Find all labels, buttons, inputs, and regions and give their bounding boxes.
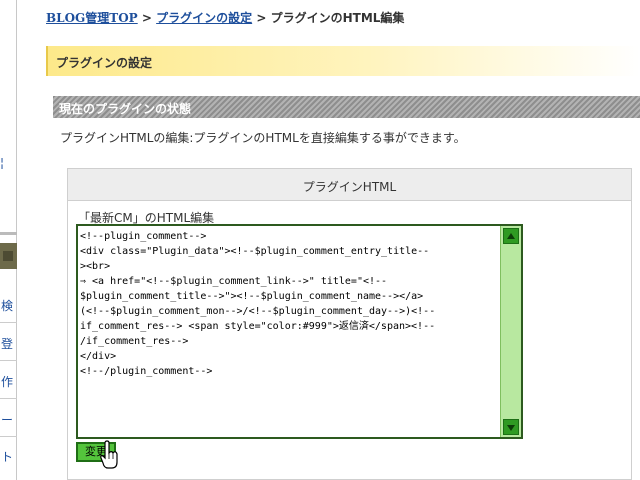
panel-header: プラグインHTML: [68, 169, 631, 201]
left-sidebar: ¦ 検 登 作 ー ト: [0, 0, 17, 480]
html-code-content[interactable]: <!--plugin_comment--> <div class="Plugin…: [80, 229, 500, 434]
page-title-bar: プラグインの設定: [46, 46, 640, 76]
panel-header-title: プラグインHTML: [302, 180, 397, 194]
sidebar-item-search[interactable]: 検: [1, 299, 13, 313]
sidebar-header-icon: [3, 251, 13, 261]
scroll-down-arrow-icon[interactable]: [503, 419, 519, 435]
sidebar-divider: [0, 232, 17, 235]
section-title: 現在のプラグインの状態: [59, 102, 192, 116]
breadcrumb-plugin-settings-link[interactable]: プラグインの設定: [156, 11, 252, 25]
plugin-html-panel: プラグインHTML 「最新CM」のHTML編集 <!--plugin_comme…: [67, 168, 632, 480]
sidebar-mark: ¦: [0, 156, 5, 170]
sidebar-item-register[interactable]: 登: [1, 337, 13, 351]
breadcrumb-separator: >: [141, 11, 152, 25]
sidebar-rule: [0, 398, 17, 399]
section-header: 現在のプラグインの状態: [53, 96, 640, 118]
breadcrumb-current: プラグインのHTML編集: [270, 11, 405, 25]
description-text: プラグインHTMLの編集:プラグインのHTMLを直接編集する事ができます。: [60, 131, 466, 145]
sidebar-section-header: [0, 243, 17, 269]
sidebar-item-create[interactable]: 作: [1, 375, 13, 389]
sidebar-rule: [0, 322, 17, 323]
sidebar-rule: [0, 360, 17, 361]
breadcrumb-home-link[interactable]: BLOG管理TOP: [46, 11, 138, 25]
sidebar-item-4[interactable]: ー: [1, 413, 13, 427]
sidebar-item-5[interactable]: ト: [1, 450, 13, 464]
scroll-up-arrow-icon[interactable]: [503, 228, 519, 244]
editor-scrollbar[interactable]: [500, 226, 521, 437]
breadcrumb: BLOG管理TOP > プラグインの設定 > プラグインのHTML編集: [46, 9, 404, 26]
breadcrumb-separator: >: [256, 11, 267, 25]
html-editor-textarea[interactable]: <!--plugin_comment--> <div class="Plugin…: [76, 224, 523, 439]
sidebar-rule: [0, 436, 17, 437]
hand-cursor-icon: [100, 440, 118, 469]
page-title: プラグインの設定: [56, 56, 153, 70]
